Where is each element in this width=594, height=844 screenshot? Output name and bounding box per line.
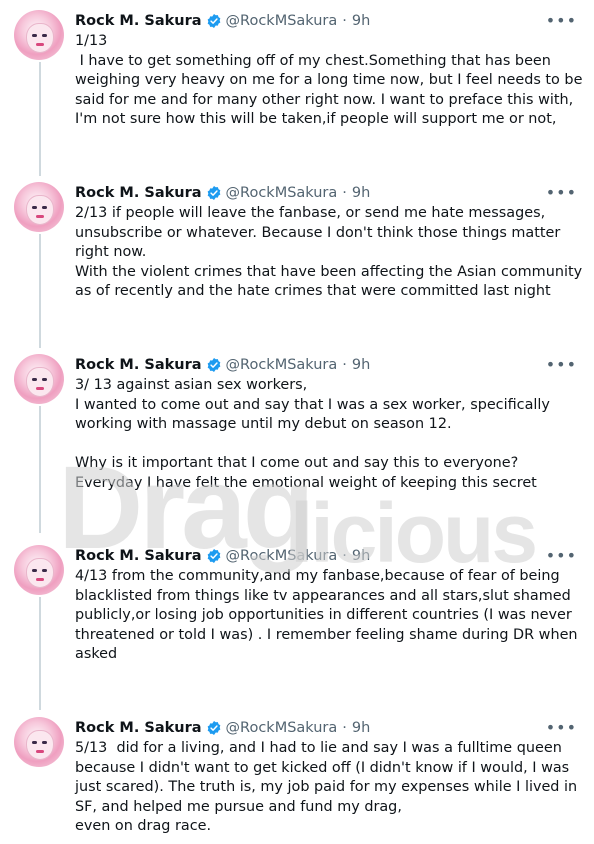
thread-connector: [39, 62, 41, 176]
username-handle[interactable]: @RockMSakura: [226, 185, 338, 201]
username-handle[interactable]: @RockMSakura: [226, 357, 338, 373]
verified-badge-icon: [207, 186, 220, 200]
thread-connector: [39, 597, 41, 710]
timestamp[interactable]: 9h: [352, 185, 370, 201]
timestamp[interactable]: 9h: [352, 357, 370, 373]
avatar[interactable]: [14, 10, 64, 60]
timestamp[interactable]: 9h: [352, 548, 370, 564]
avatar[interactable]: [14, 354, 64, 404]
separator-dot: ·: [342, 13, 347, 29]
tweet-text: 4/13 from the community,and my fanbase,b…: [75, 568, 583, 662]
thread-connector: [39, 406, 41, 533]
display-name[interactable]: Rock M. Sakura: [75, 13, 202, 29]
avatar[interactable]: [14, 545, 64, 595]
tweet-text: 5/13 did for a living, and I had to lie …: [75, 740, 578, 834]
more-horizontal-icon[interactable]: •••: [546, 183, 577, 202]
separator-dot: ·: [342, 720, 347, 736]
display-name[interactable]: Rock M. Sakura: [75, 185, 202, 201]
more-horizontal-icon[interactable]: •••: [546, 718, 577, 737]
more-horizontal-icon[interactable]: •••: [546, 546, 577, 565]
verified-badge-icon: [207, 721, 220, 735]
avatar[interactable]: [14, 182, 64, 232]
display-name[interactable]: Rock M. Sakura: [75, 357, 202, 373]
display-name[interactable]: Rock M. Sakura: [75, 720, 202, 736]
separator-dot: ·: [342, 185, 347, 201]
thread-connector: [39, 234, 41, 348]
avatar[interactable]: [14, 717, 64, 767]
timestamp[interactable]: 9h: [352, 13, 370, 29]
username-handle[interactable]: @RockMSakura: [226, 720, 338, 736]
username-handle[interactable]: @RockMSakura: [226, 13, 338, 29]
tweet-text: 2/13 if people will leave the fanbase, o…: [75, 205, 583, 299]
verified-badge-icon: [207, 14, 220, 28]
username-handle[interactable]: @RockMSakura: [226, 548, 338, 564]
separator-dot: ·: [342, 357, 347, 373]
separator-dot: ·: [342, 548, 347, 564]
tweet-text: 3/ 13 against asian sex workers, I wante…: [75, 377, 550, 491]
more-horizontal-icon[interactable]: •••: [546, 11, 577, 30]
verified-badge-icon: [207, 358, 220, 372]
display-name[interactable]: Rock M. Sakura: [75, 548, 202, 564]
verified-badge-icon: [207, 549, 220, 563]
tweet-text: 1/13 I have to get something off of my c…: [75, 33, 583, 127]
timestamp[interactable]: 9h: [352, 720, 370, 736]
more-horizontal-icon[interactable]: •••: [546, 355, 577, 374]
